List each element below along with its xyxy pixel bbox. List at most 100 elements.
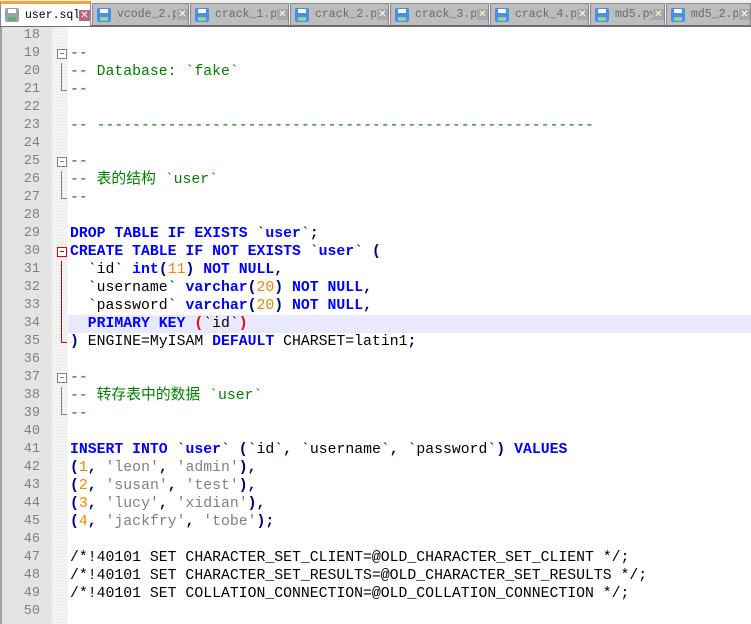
- token-keyword: varchar: [185, 298, 248, 314]
- line-number: 50: [23, 604, 40, 619]
- token-comment: --: [70, 82, 88, 98]
- token-string: 'jackfry': [105, 514, 186, 530]
- code-text: --: [68, 405, 751, 423]
- token-keyword: varchar: [185, 280, 248, 296]
- token-operator: ;: [309, 226, 319, 242]
- fold-collapse-icon[interactable]: [57, 157, 67, 167]
- token-operator: ,: [389, 442, 408, 458]
- fold-line: [61, 387, 62, 405]
- code-line[interactable]: 24: [2, 135, 751, 153]
- token-text: CHARSET=latin1: [274, 334, 408, 350]
- code-line[interactable]: 19 --: [2, 45, 751, 63]
- code-line[interactable]: 18: [2, 27, 751, 45]
- close-tab-icon[interactable]: ✕: [577, 9, 588, 20]
- token-operator: (: [371, 244, 381, 260]
- tab-crack_1-py[interactable]: crack_1.py✕: [190, 3, 289, 25]
- token-string: 'test': [185, 478, 239, 494]
- code-line[interactable]: 32 `username` varchar(20) NOT NULL,: [2, 279, 751, 297]
- line-number: 39: [23, 406, 40, 421]
- code-text: `password` varchar(20) NOT NULL,: [68, 297, 751, 315]
- close-tab-icon[interactable]: ✕: [477, 9, 488, 20]
- code-line[interactable]: 37 --: [2, 369, 751, 387]
- code-text: -- -------------------------------------…: [68, 117, 751, 135]
- code-line[interactable]: 23 -- -----------------------------------…: [2, 117, 751, 135]
- token-operator: (: [70, 460, 79, 476]
- code-line[interactable]: 33 `password` varchar(20) NOT NULL,: [2, 297, 751, 315]
- fold-line: [61, 297, 62, 315]
- code-line[interactable]: 50: [2, 603, 751, 621]
- code-line[interactable]: 44 (3, 'lucy', 'xidian'),: [2, 495, 751, 513]
- close-tab-icon[interactable]: ✕: [79, 9, 90, 21]
- code-line[interactable]: 38 -- 转存表中的数据 `user`: [2, 387, 751, 405]
- token-keyword: CREATE TABLE IF NOT EXISTS: [70, 244, 310, 260]
- close-tab-icon[interactable]: ✕: [377, 9, 388, 20]
- code-text: `id` int(11) NOT NULL,: [68, 261, 751, 279]
- line-number: 18: [23, 28, 40, 43]
- code-line[interactable]: 29 DROP TABLE IF EXISTS `user`;: [2, 225, 751, 243]
- tab-crack_2-py[interactable]: crack_2.py✕: [290, 3, 389, 25]
- code-line[interactable]: 20 -- Database: `fake`: [2, 63, 751, 81]
- token-operator: (: [70, 478, 79, 494]
- tab-crack_4-py[interactable]: crack_4.py✕: [490, 3, 589, 25]
- fold-line: [61, 63, 62, 81]
- close-tab-icon[interactable]: ✕: [739, 9, 750, 20]
- code-line[interactable]: 48 /*!40101 SET CHARACTER_SET_RESULTS=@OL…: [2, 567, 751, 585]
- token-comment: --: [70, 406, 88, 422]
- code-line[interactable]: 49 /*!40101 SET COLLATION_CONNECTION=@OLD…: [2, 585, 751, 603]
- code-line[interactable]: 35) ENGINE=MyISAM DEFAULT CHARSET=latin1…: [2, 333, 751, 351]
- code-line[interactable]: 27 --: [2, 189, 751, 207]
- token-operator: ): [70, 334, 79, 350]
- token-text: ENGINE=MyISAM: [78, 334, 213, 350]
- token-operator: ),: [247, 496, 266, 512]
- tab-label: crack_1.py: [215, 8, 276, 21]
- line-number: 20: [23, 64, 40, 79]
- fold-collapse-icon[interactable]: [57, 49, 67, 59]
- token-operator: (: [158, 262, 168, 278]
- code-text: /*!40101 SET CHARACTER_SET_RESULTS=@OLD_…: [68, 567, 751, 585]
- code-line[interactable]: 36: [2, 351, 751, 369]
- tab-md5_2-py[interactable]: md5_2.py✕: [666, 3, 751, 25]
- token-number: 3: [78, 496, 88, 512]
- token-text: `id`: [247, 442, 284, 458]
- line-number: 33: [23, 298, 40, 313]
- token-operator: ,: [363, 298, 372, 314]
- line-number: 23: [23, 118, 40, 133]
- close-tab-icon[interactable]: ✕: [277, 9, 288, 20]
- line-number: 48: [23, 568, 40, 583]
- save-disk-icon: [295, 7, 309, 22]
- code-line[interactable]: 43 (2, 'susan', 'test'),: [2, 477, 751, 495]
- close-tab-icon[interactable]: ✕: [653, 9, 664, 20]
- tab-crack_3-py[interactable]: crack_3.py✕: [390, 3, 489, 25]
- close-tab-icon[interactable]: ✕: [177, 9, 188, 20]
- tab-md5-py[interactable]: md5.py✕: [590, 3, 665, 25]
- code-line[interactable]: 28: [2, 207, 751, 225]
- code-line[interactable]: 39 --: [2, 405, 751, 423]
- token-keyword: NOT NULL: [292, 280, 364, 296]
- line-number: 36: [23, 352, 40, 367]
- line-number: 27: [23, 190, 40, 205]
- code-line[interactable]: 41 INSERT INTO `user` (`id`, `username`, …: [2, 441, 751, 459]
- code-line[interactable]: 34 PRIMARY KEY (`id`): [2, 315, 751, 333]
- tab-vcode_2-py[interactable]: vcode_2.py✕: [92, 3, 189, 25]
- token-operator: ,: [283, 442, 301, 458]
- fold-end-marker: [61, 189, 67, 199]
- code-line[interactable]: 47 /*!40101 SET CHARACTER_SET_CLIENT=@OLD…: [2, 549, 751, 567]
- tab-user-sql[interactable]: user.sql ✕: [0, 1, 91, 26]
- editor[interactable]: 18 19 -- 20 -- Database: `fake` 21 -- 22 23 -- --…: [0, 27, 751, 624]
- code-line[interactable]: 22: [2, 99, 751, 117]
- token-operator: ,: [185, 514, 204, 530]
- code-line[interactable]: 40: [2, 423, 751, 441]
- fold-collapse-icon[interactable]: [57, 247, 67, 257]
- code-line[interactable]: 26 -- 表的结构 `user`: [2, 171, 751, 189]
- code-line[interactable]: 46: [2, 531, 751, 549]
- code-line[interactable]: 45 (4, 'jackfry', 'tobe');: [2, 513, 751, 531]
- fold-collapse-icon[interactable]: [57, 373, 67, 383]
- line-number: 43: [23, 478, 40, 493]
- code-line[interactable]: 30 CREATE TABLE IF NOT EXISTS `user` (: [2, 243, 751, 261]
- code-line[interactable]: 21 --: [2, 81, 751, 99]
- code-line[interactable]: 31 `id` int(11) NOT NULL,: [2, 261, 751, 279]
- code-line[interactable]: 42 (1, 'leon', 'admin'),: [2, 459, 751, 477]
- code-line[interactable]: 25 --: [2, 153, 751, 171]
- code-text: (3, 'lucy', 'xidian'),: [68, 495, 751, 513]
